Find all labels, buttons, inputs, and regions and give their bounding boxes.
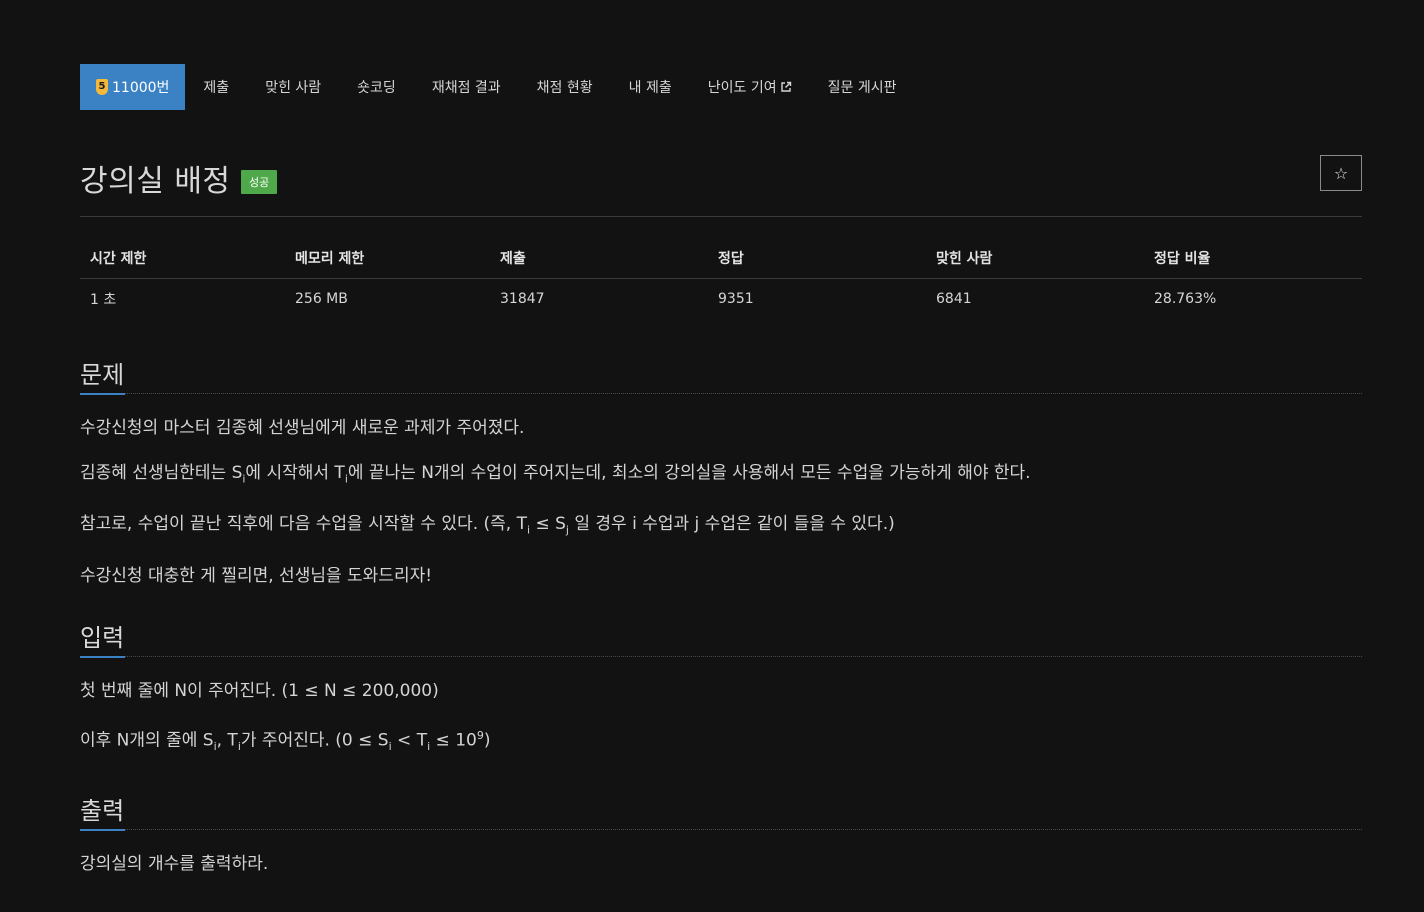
section-header: 입력 [80,618,1362,658]
tab-short-coding[interactable]: 숏코딩 [339,64,414,110]
header-solvers: 맞힌 사람 [926,238,1144,279]
section-title: 입력 [80,624,125,652]
tab-my-submissions[interactable]: 내 제출 [611,64,690,110]
tab-submit[interactable]: 제출 [185,64,247,110]
time-limit-value: 1 초 [90,292,117,308]
tab-label: 재채점 결과 [431,80,501,96]
table-row: 1 초 256 MB 31847 9351 6841 28.763% [80,279,1362,320]
problem-menu: 5 11000번 제출 맞힌 사람 숏코딩 재채점 결과 채점 현황 내 제출 … [80,64,914,110]
tab-label: 채점 현황 [536,80,593,96]
submissions-value: 31847 [500,291,545,307]
tab-label: 제출 [203,80,230,96]
star-icon: ☆ [1333,163,1349,183]
description-paragraph: 수강신청 대충한 게 찔리면, 선생님을 도와드리자! [80,565,433,586]
header-memory-limit: 메모리 제한 [285,238,490,279]
description-paragraph: 김종혜 선생님한테는 Si에 시작해서 Ti에 끝나는 N개의 수업이 주어지는… [80,463,1031,486]
section-title: 출력 [80,797,125,825]
tab-label: 11000번 [112,80,170,96]
output-paragraph: 강의실의 개수를 출력하라. [80,854,269,874]
external-link-icon [780,81,791,92]
section-header: 문제 [80,355,1362,395]
section-underline [80,656,125,658]
problem-page: 5 11000번 제출 맞힌 사람 숏코딩 재채점 결과 채점 현황 내 제출 … [0,0,1424,912]
tab-label: 내 제출 [628,80,672,96]
tab-judge-status[interactable]: 채점 현황 [519,64,611,110]
accepted-value: 9351 [718,291,754,307]
header-accept-ratio: 정답 비율 [1144,238,1362,279]
tab-qna-board[interactable]: 질문 게시판 [810,64,915,110]
output-section: 출력 강의실의 개수를 출력하라. [80,791,1362,897]
header-accepted: 정답 [708,238,926,279]
tab-rejudge-results[interactable]: 재채점 결과 [414,64,519,110]
tab-label: 난이도 기여 [707,80,777,96]
problem-description-section: 문제 수강신청의 마스터 김종혜 선생님에게 새로운 과제가 주어졌다. 김종혜… [80,355,1362,609]
tab-difficulty-contribution[interactable]: 난이도 기여 [690,64,810,110]
solvers-value: 6841 [936,291,972,307]
input-paragraph: 첫 번째 줄에 N이 주어진다. (1 ≤ N ≤ 200,000) [80,681,439,701]
table-header-row: 시간 제한 메모리 제한 제출 정답 맞힌 사람 정답 비율 [80,238,1362,279]
section-header: 출력 [80,791,1362,831]
memory-limit-value: 256 MB [295,291,348,307]
header-time-limit: 시간 제한 [80,238,285,279]
section-underline [80,829,125,831]
tab-label: 맞힌 사람 [265,80,322,96]
input-section: 입력 첫 번째 줄에 N이 주어진다. (1 ≤ N ≤ 200,000) 이후… [80,618,1362,780]
problem-header: 강의실 배정 성공 ☆ [80,150,1362,217]
tab-problem[interactable]: 5 11000번 [80,64,186,110]
problem-title: 강의실 배정 [80,164,231,199]
problem-description: 수강신청의 마스터 김종혜 선생님에게 새로운 과제가 주어졌다. 김종혜 선생… [80,416,1362,588]
section-title: 문제 [80,361,125,389]
tab-label: 숏코딩 [357,80,396,96]
input-paragraph: 이후 N개의 줄에 Si, Ti가 주어진다. (0 ≤ Si < Ti ≤ 1… [80,729,491,754]
input-description: 첫 번째 줄에 N이 주어진다. (1 ≤ N ≤ 200,000) 이후 N개… [80,679,1362,759]
favorite-button[interactable]: ☆ [1320,155,1362,191]
tab-solvers[interactable]: 맞힌 사람 [247,64,339,110]
output-description: 강의실의 개수를 출력하라. [80,852,1362,876]
tab-label: 질문 게시판 [827,80,897,96]
header-submissions: 제출 [490,238,708,279]
accept-ratio-value: 28.763% [1154,291,1217,307]
problem-info-table: 시간 제한 메모리 제한 제출 정답 맞힌 사람 정답 비율 1 초 256 M… [80,238,1362,319]
tier-badge-icon: 5 [96,79,108,95]
status-badge: 성공 [241,170,278,194]
description-paragraph: 수강신청의 마스터 김종혜 선생님에게 새로운 과제가 주어졌다. [80,418,525,438]
section-underline [80,393,125,395]
description-paragraph: 참고로, 수업이 끝난 직후에 다음 수업을 시작할 수 있다. (즉, Ti … [80,514,895,537]
